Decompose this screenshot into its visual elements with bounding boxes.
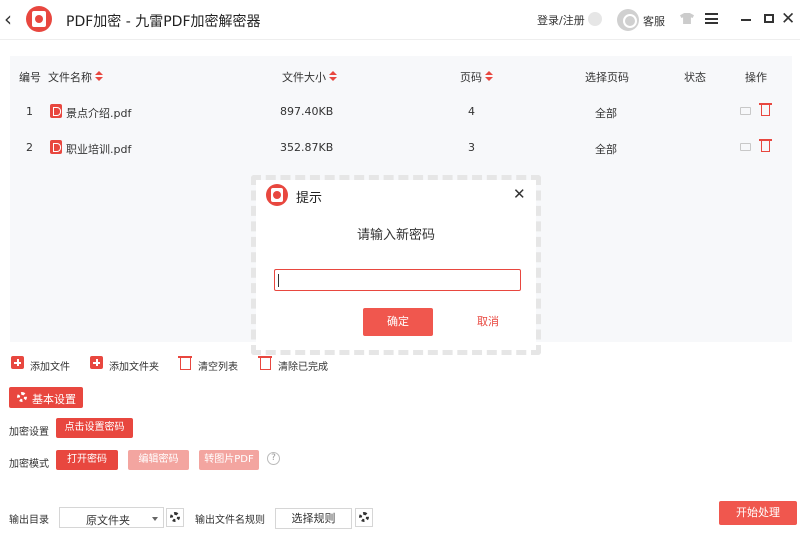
add-file-label: 添加文件 [30, 362, 70, 373]
sort-icon[interactable] [485, 71, 493, 82]
add-file-button[interactable]: 添加文件 [11, 356, 81, 373]
dialog-prompt: 请输入新密码 [356, 228, 435, 243]
customer-service-label[interactable]: 客服 [643, 13, 665, 29]
login-register-link[interactable]: 登录/注册 [537, 12, 585, 28]
pdf-file-icon [50, 140, 62, 154]
clear-list-label: 清空列表 [198, 362, 238, 373]
row-select-pages[interactable]: 全部 [595, 141, 617, 157]
mode-edit-password-button[interactable]: 编辑密码 [128, 450, 189, 470]
gear-icon [359, 512, 369, 522]
row-index: 2 [26, 141, 33, 154]
encrypt-mode-label: 加密模式 [9, 459, 49, 470]
set-password-button[interactable]: 点击设置密码 [56, 418, 133, 438]
sort-icon[interactable] [95, 71, 103, 82]
title-bar: ‹ PDF加密 - 九雷PDF加密解密器 登录/注册 客服 ✕ [0, 0, 800, 40]
dialog-close-icon[interactable]: ✕ [513, 184, 526, 204]
confirm-button[interactable]: 确定 [363, 308, 433, 336]
row-pages: 4 [468, 105, 475, 118]
output-dir-value: 原文件夹 [86, 514, 130, 527]
header-filename[interactable]: 文件名称 [48, 69, 103, 85]
row-filesize: 897.40KB [280, 105, 334, 118]
header-index: 编号 [19, 71, 41, 84]
gear-icon [170, 512, 180, 522]
delete-icon[interactable] [759, 103, 772, 116]
sort-icon[interactable] [329, 71, 337, 82]
customer-service-icon[interactable] [617, 9, 639, 31]
output-name-rule-label: 输出文件名规则 [195, 515, 265, 526]
header-filesize[interactable]: 文件大小 [282, 69, 337, 85]
close-icon[interactable]: ✕ [781, 9, 795, 29]
password-dialog: 提示 ✕ 请输入新密码 确定 取消 [256, 180, 536, 350]
basic-settings-label: 基本设置 [32, 393, 76, 406]
minimize-icon[interactable] [741, 19, 751, 21]
clear-done-button[interactable]: 清除已完成 [258, 356, 339, 373]
clear-done-trash-icon [258, 356, 272, 370]
output-dir-label: 输出目录 [9, 515, 49, 526]
header-status: 状态 [684, 71, 706, 84]
clear-list-button[interactable]: 清空列表 [178, 356, 249, 373]
pdf-file-icon [50, 104, 62, 118]
maximize-icon[interactable] [764, 14, 774, 23]
row-index: 1 [26, 105, 33, 118]
gear-icon [17, 392, 27, 402]
text-caret [278, 274, 279, 287]
header-actions: 操作 [745, 71, 767, 84]
name-rule-settings-button[interactable] [355, 508, 373, 527]
dialog-title: 提示 [296, 191, 323, 206]
basic-settings-tab[interactable]: 基本设置 [9, 387, 83, 408]
header-pages[interactable]: 页码 [460, 69, 493, 85]
open-folder-icon[interactable] [740, 107, 751, 115]
back-arrow-icon[interactable]: ‹ [4, 8, 20, 30]
new-password-input[interactable] [274, 269, 521, 291]
menu-icon[interactable] [705, 13, 718, 24]
output-dir-settings-button[interactable] [166, 508, 184, 527]
header-filename-label: 文件名称 [48, 71, 92, 84]
chevron-down-icon [152, 517, 158, 521]
row-select-pages[interactable]: 全部 [595, 105, 617, 121]
table-header: 编号 文件名称 文件大小 页码 选择页码 状态 操作 [10, 56, 792, 92]
delete-icon[interactable] [759, 139, 772, 152]
start-process-button[interactable]: 开始处理 [719, 501, 797, 525]
app-logo [26, 6, 52, 32]
row-filename: 职业培训.pdf [66, 143, 132, 156]
dialog-app-logo [266, 184, 288, 206]
row-pages: 3 [468, 141, 475, 154]
encrypt-settings-label: 加密设置 [9, 427, 49, 438]
header-pages-label: 页码 [460, 71, 482, 84]
cancel-button[interactable]: 取消 [453, 308, 523, 336]
clear-done-label: 清除已完成 [278, 362, 328, 373]
add-file-icon [11, 356, 24, 369]
header-select-pages: 选择页码 [585, 71, 629, 84]
table-row[interactable]: 1 景点介绍.pdf 897.40KB 4 全部 [10, 94, 792, 130]
add-folder-label: 添加文件夹 [109, 362, 159, 373]
table-row[interactable]: 2 职业培训.pdf 352.87KB 3 全部 [10, 130, 792, 166]
skin-shirt-icon[interactable] [680, 13, 694, 24]
help-question-icon[interactable]: ? [267, 452, 280, 465]
choose-rule-button[interactable]: 选择规则 [275, 508, 352, 529]
vip-diamond-icon[interactable] [588, 12, 602, 26]
window-title: PDF加密 - 九雷PDF加密解密器 [66, 14, 261, 30]
open-folder-icon[interactable] [740, 143, 751, 151]
header-filesize-label: 文件大小 [282, 71, 326, 84]
add-folder-icon [90, 356, 103, 369]
mode-open-password-button[interactable]: 打开密码 [56, 450, 118, 470]
clear-list-trash-icon [178, 356, 192, 370]
output-dir-select[interactable]: 原文件夹 [59, 507, 164, 528]
add-folder-button[interactable]: 添加文件夹 [90, 356, 170, 373]
row-filesize: 352.87KB [280, 141, 334, 154]
mode-to-image-pdf-button[interactable]: 转图片PDF [199, 450, 259, 470]
row-filename: 景点介绍.pdf [66, 107, 132, 120]
